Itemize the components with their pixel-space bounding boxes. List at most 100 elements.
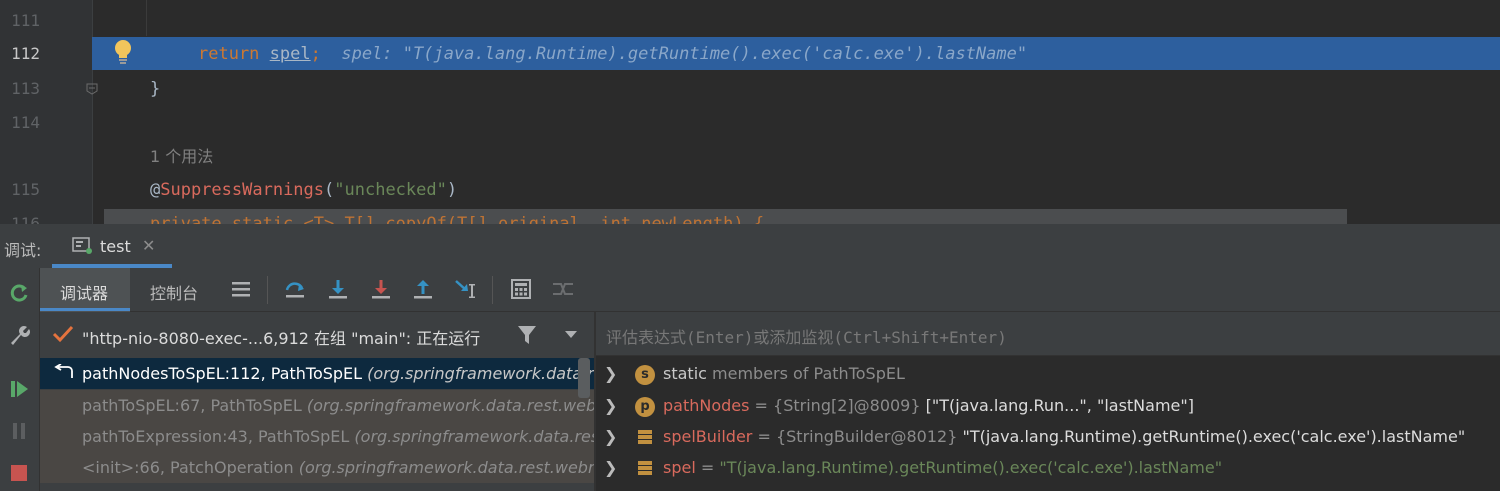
usage-hint[interactable]: 1 个用法 [150,140,213,174]
variable-name: static [663,364,707,383]
frame-method: pathToSpEL:67, PathToSpEL [82,396,307,415]
step-out-icon [414,280,432,299]
code-text: private static <T> T[] copyOf(T[] origin… [150,214,765,224]
rerun-icon [10,284,28,302]
annotation-at: @ [150,180,161,200]
variable-value: "T(java.lang.Runtime).getRuntime().exec(… [719,458,1223,477]
thread-selector[interactable]: "http-nio-8080-exec-...6,912 在组 "main": … [40,312,594,358]
keyword-return: return [198,44,260,64]
variable-row[interactable]: ❯ s static members of PathToSpEL [596,358,1500,389]
settings-button[interactable] [6,322,32,348]
variable-row[interactable]: ❯ spel = "T(java.lang.Runtime).getRuntim… [596,452,1500,483]
evaluate-expression-button[interactable] [508,276,534,302]
tab-debugger[interactable]: 调试器 [60,280,108,304]
variable-name: spelBuilder [663,427,753,446]
line-number: 116 [11,214,40,224]
debug-side-toolbar [0,268,40,491]
variable-text: spelBuilder = {StringBuilder@8012} "T(ja… [663,427,1465,446]
variable-row[interactable]: ❯ p pathNodes = {String[2]@8009} ["T(jav… [596,390,1500,421]
frame-text: pathToExpression:43, PathToSpEL (org.spr… [82,427,594,446]
hamburger-icon [232,282,250,297]
static-badge-icon: s [635,365,655,385]
evaluate-expression-field[interactable]: 评估表达式(Enter)或添加监视(Ctrl+Shift+Enter) [596,312,1500,356]
force-step-into-button[interactable] [368,276,394,302]
line-number: 113 [11,79,40,98]
code-line: 113 } [0,72,1500,106]
chevron-right-icon[interactable]: ❯ [604,396,617,415]
line-number: 114 [11,113,40,132]
pause-icon [13,423,25,439]
tab-console[interactable]: 控制台 [150,280,198,304]
step-over-icon [285,282,304,298]
field-icon [638,430,652,444]
chevron-right-icon[interactable]: ❯ [604,458,617,477]
layout-menu-button[interactable] [228,276,254,302]
annotation-name: SuppressWarnings [160,180,325,200]
code-line: 111 [0,4,1500,38]
step-out-button[interactable] [410,276,436,302]
code-editor[interactable]: 111 112 return spel; spel: "T(java.lang.… [0,0,1500,224]
frame-package: (org.springframework.data.rest.webmvc.js… [354,427,594,446]
variable-type: {StringBuilder@8012} [775,427,958,446]
trace-stream-button[interactable] [550,276,576,302]
debug-window-title: 调试: [4,241,42,260]
variable-eq: = [749,396,774,415]
variable-text: static members of PathToSpEL [663,364,905,383]
chevron-right-icon[interactable]: ❯ [604,427,617,446]
checkmark-icon [52,325,74,343]
stack-frame[interactable]: pathToSpEL:67, PathToSpEL (org.springfra… [40,390,594,421]
variable-name: pathNodes [663,396,750,415]
variable-desc: members of PathToSpEL [706,364,905,383]
frames-scrollbar[interactable] [578,358,590,398]
paren-open: ( [324,180,335,200]
filter-icon[interactable] [516,324,538,346]
code-text: return spel; spel: "T(java.lang.Runtime)… [198,37,1027,71]
frame-text: pathToSpEL:67, PathToSpEL (org.springfra… [82,396,594,415]
frame-text: pathNodesToSpEL:112, PathToSpEL (org.spr… [82,364,594,383]
show-execution-point-button[interactable] [282,276,308,302]
force-step-into-icon [372,280,390,299]
stack-frame-selected[interactable]: pathNodesToSpEL:112, PathToSpEL (org.spr… [40,358,594,389]
code-text: @SuppressWarnings("unchecked") [150,173,457,207]
stack-frame[interactable]: pathToExpression:43, PathToSpEL (org.spr… [40,421,594,452]
close-icon[interactable]: ✕ [142,236,155,255]
frames-panel: "http-nio-8080-exec-...6,912 在组 "main": … [40,312,594,491]
wrench-icon [11,326,30,345]
evaluate-placeholder: 评估表达式(Enter)或添加监视(Ctrl+Shift+Enter) [606,328,1007,347]
fold-marker-icon[interactable] [86,83,98,95]
toolbar-separator [267,276,268,304]
frame-method: pathNodesToSpEL:112, PathToSpEL [82,364,368,383]
variable-eq: = [752,427,776,446]
code-line: 114 [0,106,1500,140]
resume-icon [11,381,28,397]
stack-frame[interactable]: <init>:66, PatchOperation (org.springfra… [40,452,594,483]
run-to-cursor-icon [455,280,475,298]
code-line: 115 @SuppressWarnings("unchecked") [0,173,1500,207]
inline-debug-value: spel: "T(java.lang.Runtime).getRuntime()… [341,44,1028,64]
tab-test[interactable]: test ✕ [52,224,172,268]
variable-spel: spel [269,44,311,64]
step-into-icon [329,280,347,299]
field-icon [638,461,652,475]
code-line-partial: 116 private static <T> T[] copyOf(T[] or… [0,207,1500,224]
chevron-down-icon[interactable] [564,329,578,339]
annotation-arg: "unchecked" [334,180,447,200]
step-into-button[interactable] [325,276,351,302]
debugger-toolbar: 调试器 控制台 [40,268,1500,312]
rerun-button[interactable] [6,280,32,306]
chevron-right-icon[interactable]: ❯ [604,364,617,383]
stop-button[interactable] [6,460,32,486]
frame-package: (org.springframework.data.rest.webmvc.js… [367,364,594,383]
variable-value: "T(java.lang.Runtime).getRuntime().exec(… [957,427,1466,446]
variable-name: spel [663,458,696,477]
lightbulb-icon[interactable] [113,39,133,65]
frame-method: <init>:66, PatchOperation [82,458,299,477]
frame-package: (org.springframework.data.rest.webmvc.js… [306,396,594,415]
thread-label: "http-nio-8080-exec-...6,912 在组 "main": … [82,329,481,348]
semicolon: ; [310,44,321,64]
resume-button[interactable] [6,376,32,402]
stop-icon [11,465,27,481]
run-to-cursor-button[interactable] [453,276,479,302]
pause-button[interactable] [6,418,32,444]
variable-row[interactable]: ❯ spelBuilder = {StringBuilder@8012} "T(… [596,421,1500,452]
